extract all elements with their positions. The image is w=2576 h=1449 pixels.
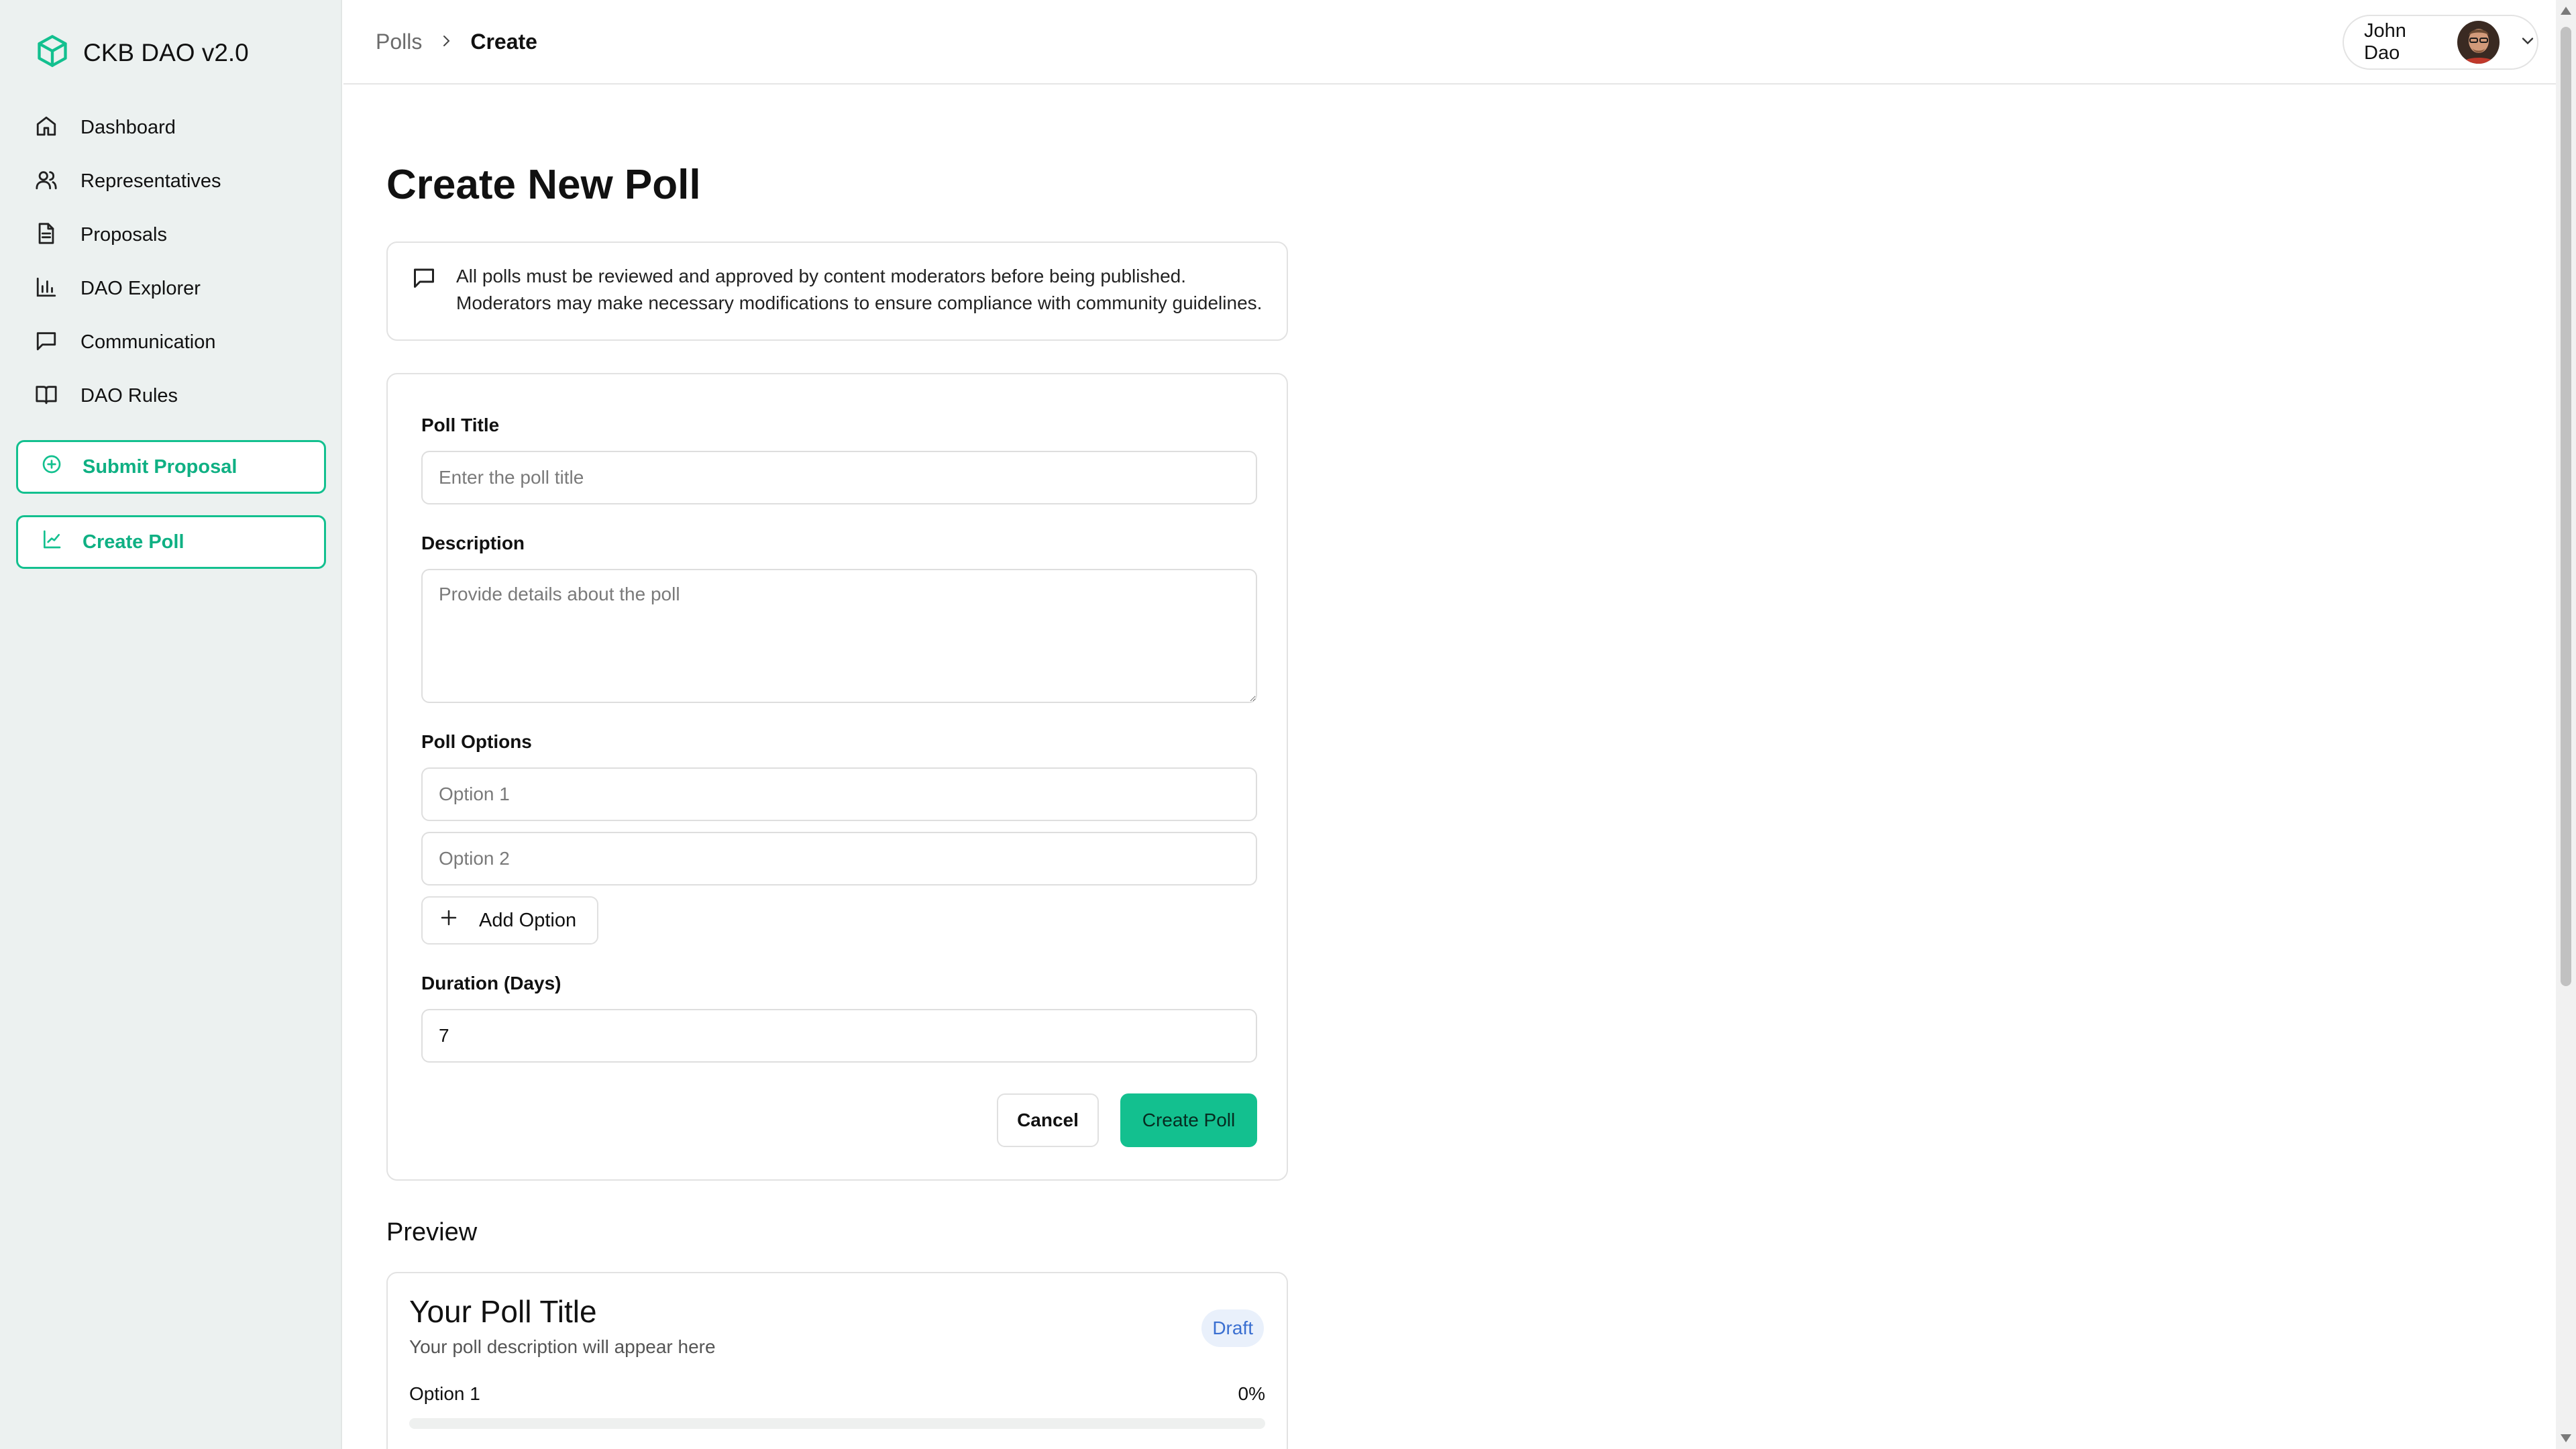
add-option-label: Add Option (479, 909, 577, 931)
user-name: John Dao (2364, 20, 2406, 64)
sidebar-item-label: Dashboard (80, 116, 176, 138)
bar-chart-icon (35, 276, 58, 302)
sidebar-item-proposals[interactable]: Proposals (35, 208, 221, 262)
poll-title-label: Poll Title (421, 415, 500, 435)
poll-options-label: Poll Options (421, 731, 532, 752)
poll-title-input[interactable] (421, 451, 1257, 504)
document-icon (35, 222, 58, 248)
preview-poll-title: Your Poll Title (409, 1294, 597, 1329)
message-icon (412, 263, 436, 319)
sidebar-item-communication[interactable]: Communication (35, 315, 221, 369)
preview-option-label: Option 1 (409, 1383, 480, 1404)
preview-option-row: Option 1 0% (409, 1383, 1265, 1405)
top-header: Polls Create John Dao (343, 0, 2556, 85)
sidebar-item-dao-rules[interactable]: DAO Rules (35, 369, 221, 423)
create-poll-label: Create Poll (83, 531, 184, 553)
status-badge: Draft (1201, 1309, 1264, 1347)
book-icon (35, 383, 58, 409)
cancel-button[interactable]: Cancel (997, 1093, 1099, 1147)
submit-proposal-button[interactable]: Submit Proposal (16, 440, 326, 494)
sidebar-item-dao-explorer[interactable]: DAO Explorer (35, 262, 221, 315)
poll-form: Poll Title Description Poll Options Add … (386, 373, 1288, 1181)
preview-option-percent: 0% (1238, 1383, 1265, 1404)
sidebar-item-label: DAO Explorer (80, 277, 201, 299)
avatar (2457, 21, 2500, 64)
app-title: CKB DAO v2.0 (83, 38, 249, 66)
sidebar-nav: Dashboard Representatives Proposals DAO … (35, 101, 221, 423)
page-title: Create New Poll (386, 162, 701, 208)
plus-icon (439, 908, 459, 933)
scroll-up-arrow-icon[interactable] (2561, 7, 2571, 15)
description-label: Description (421, 533, 525, 553)
preview-poll-description: Your poll description will appear here (409, 1336, 716, 1357)
preview-heading: Preview (386, 1218, 478, 1246)
sidebar-item-dashboard[interactable]: Dashboard (35, 101, 221, 154)
chevron-right-icon (438, 30, 454, 54)
brand[interactable]: CKB DAO v2.0 (35, 34, 249, 72)
option-2-input[interactable] (421, 832, 1257, 885)
create-poll-button[interactable]: Create Poll (1120, 1093, 1257, 1147)
sidebar-item-label: Communication (80, 331, 216, 353)
plus-circle-icon (41, 453, 62, 480)
scroll-down-arrow-icon[interactable] (2561, 1434, 2571, 1442)
sidebar-item-representatives[interactable]: Representatives (35, 154, 221, 208)
moderation-notice: All polls must be reviewed and approved … (386, 241, 1288, 341)
notice-text: All polls must be reviewed and approved … (456, 266, 1263, 313)
sidebar: CKB DAO v2.0 Dashboard Representatives P… (0, 0, 342, 1449)
users-icon (35, 168, 58, 195)
cube-logo-icon (35, 34, 70, 72)
sidebar-item-label: Representatives (80, 170, 221, 192)
scroll-thumb[interactable] (2561, 27, 2571, 986)
preview-option-progress (409, 1418, 1265, 1429)
submit-proposal-label: Submit Proposal (83, 455, 237, 478)
poll-icon (41, 529, 62, 555)
page-scrollbar[interactable] (2556, 0, 2576, 1449)
duration-input[interactable] (421, 1009, 1257, 1063)
chevron-down-icon (2510, 32, 2537, 54)
user-menu[interactable]: John Dao (2343, 15, 2538, 70)
poll-preview-card: Your Poll Title Your poll description wi… (386, 1272, 1288, 1449)
add-option-button[interactable]: Add Option (421, 896, 598, 945)
message-icon (35, 329, 58, 356)
description-textarea[interactable] (421, 569, 1257, 703)
sidebar-item-label: Proposals (80, 223, 167, 246)
home-icon (35, 115, 58, 141)
breadcrumb-current: Create (470, 30, 537, 54)
breadcrumb: Polls Create (376, 30, 537, 54)
sidebar-item-label: DAO Rules (80, 384, 178, 407)
option-1-input[interactable] (421, 767, 1257, 821)
duration-label: Duration (Days) (421, 973, 561, 994)
create-poll-button-sidebar[interactable]: Create Poll (16, 515, 326, 569)
breadcrumb-polls-link[interactable]: Polls (376, 30, 422, 54)
